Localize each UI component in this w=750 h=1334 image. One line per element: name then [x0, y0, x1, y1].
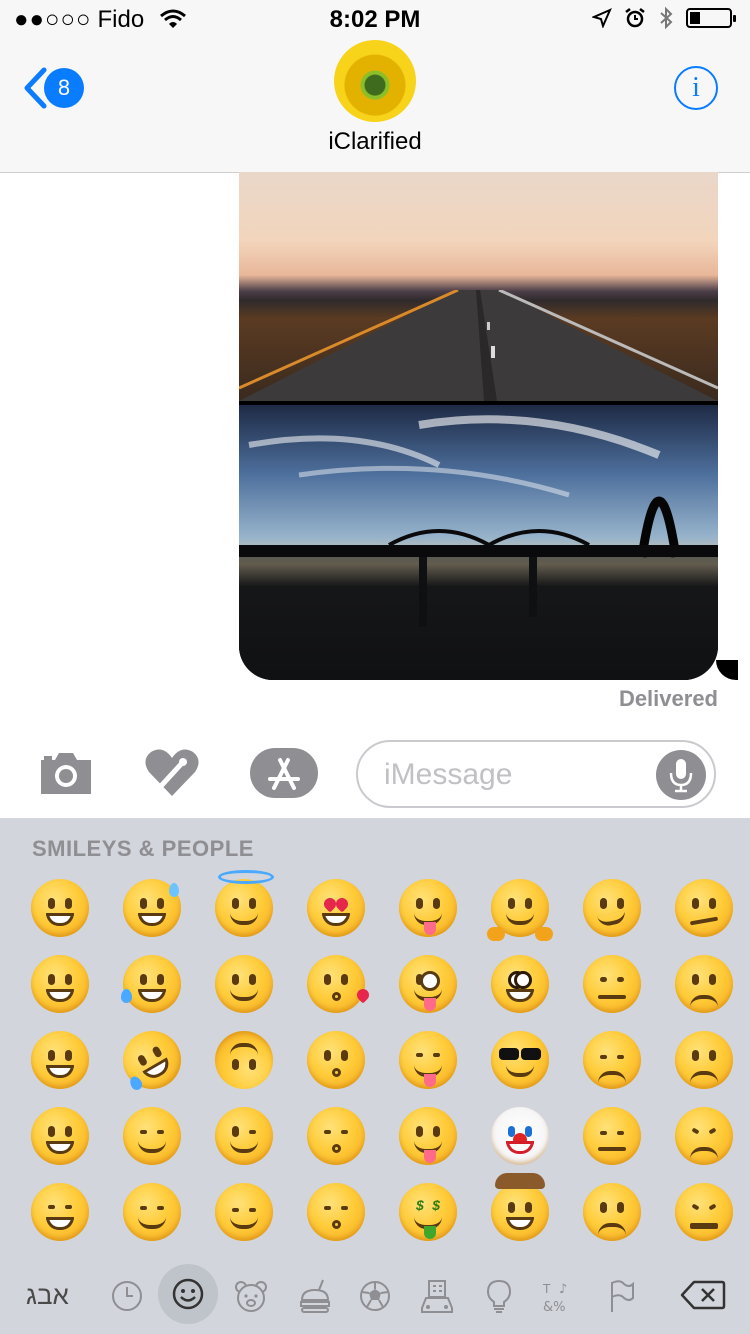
battery-icon: [686, 8, 736, 28]
emoji-sweat-smile[interactable]: [106, 870, 198, 946]
food-icon: [300, 1279, 330, 1313]
emoji-cowboy[interactable]: [474, 1173, 566, 1250]
emoji-sunglasses[interactable]: [474, 1022, 566, 1098]
emoji-frowning[interactable]: [658, 1022, 750, 1098]
photo-road-sunset[interactable]: [239, 172, 718, 401]
emoji-wink[interactable]: [198, 1098, 290, 1174]
emoji-relaxed[interactable]: [106, 1098, 198, 1174]
camera-icon: [41, 753, 91, 794]
camera-button[interactable]: [37, 748, 95, 798]
backspace-icon: [680, 1280, 726, 1310]
emoji-stuck-out-tongue[interactable]: [382, 1098, 474, 1174]
emoji-kissing-smiling-eyes[interactable]: [290, 1098, 382, 1174]
flags-category-button[interactable]: [598, 1274, 644, 1318]
svg-text:T: T: [542, 1282, 551, 1296]
emoji-confused[interactable]: [658, 870, 750, 946]
delivery-status: Delivered: [618, 686, 718, 711]
bluetooth-icon: [660, 6, 673, 30]
emoji-grinning[interactable]: [14, 870, 106, 946]
status-bar: ●●○○○ Fido 8:02 PM: [0, 0, 750, 40]
bulb-icon: [486, 1279, 512, 1313]
emoji-grid: [14, 870, 750, 1250]
contact-avatar[interactable]: [334, 40, 416, 122]
heart-touch-icon: [145, 749, 199, 796]
emoji-stuck-out-tongue-winking[interactable]: [382, 946, 474, 1022]
symbols-icon: T ♪ &%: [542, 1282, 567, 1314]
emoji-heart-eyes[interactable]: [290, 870, 382, 946]
emoji-stuck-out-tongue-closed-eyes[interactable]: [382, 1022, 474, 1098]
bear-icon: [235, 1281, 267, 1312]
emoji-smirk[interactable]: [566, 870, 658, 946]
emoji-confounded[interactable]: [658, 1174, 750, 1250]
alarm-icon: [625, 8, 645, 28]
message-input-field[interactable]: [356, 740, 716, 808]
objects-category-button[interactable]: [476, 1274, 522, 1318]
info-button[interactable]: i: [674, 66, 718, 110]
message-text-input[interactable]: [382, 754, 646, 796]
emoji-joy[interactable]: [106, 946, 198, 1022]
emoji-persevere[interactable]: [658, 1098, 750, 1174]
smileys-category-button[interactable]: [158, 1264, 218, 1324]
ball-icon: [360, 1281, 390, 1311]
emoji-relieved[interactable]: [198, 1174, 290, 1250]
symbols-category-button[interactable]: T ♪ &%: [536, 1274, 582, 1318]
emoji-kissing-heart[interactable]: [290, 946, 382, 1022]
emoji-nerd[interactable]: [474, 946, 566, 1022]
emoji-blush[interactable]: [106, 1174, 198, 1250]
status-icons: [592, 6, 736, 30]
emoji-disappointed[interactable]: [566, 1022, 658, 1098]
emoji-category-bar: אבג T ♪ &%: [0, 1252, 750, 1334]
emoji-upside-down[interactable]: [198, 1022, 290, 1098]
emoji-money-mouth[interactable]: [382, 1174, 474, 1250]
recent-category-button[interactable]: [104, 1274, 150, 1318]
navigation-bar: 8 iClarified i: [0, 40, 750, 173]
smiley-icon: [172, 1278, 204, 1310]
delete-button[interactable]: [680, 1280, 726, 1310]
emoji-smile[interactable]: [14, 1022, 106, 1098]
activity-category-button[interactable]: [352, 1274, 398, 1318]
emoji-worried[interactable]: [566, 1174, 658, 1250]
digital-touch-button[interactable]: [143, 748, 201, 798]
road-graphic: [239, 290, 718, 401]
emoji-category-title: SMILEYS & PEOPLE: [32, 836, 254, 861]
animals-category-button[interactable]: [228, 1274, 274, 1318]
flag-icon: [611, 1280, 634, 1312]
travel-category-button[interactable]: [414, 1274, 460, 1318]
emoji-hugging[interactable]: [474, 870, 566, 946]
bubble-tail: [716, 660, 738, 680]
bridge-graphic: [239, 415, 718, 680]
app-store-button[interactable]: [250, 748, 318, 798]
building-icon: [421, 1280, 453, 1313]
emoji-kissing[interactable]: [290, 1022, 382, 1098]
emoji-unamused[interactable]: [566, 946, 658, 1022]
photo-bridge-arch[interactable]: [239, 405, 718, 680]
microphone-icon: [669, 759, 693, 793]
app-store-icon: [250, 748, 318, 798]
svg-text:♪: ♪: [559, 1282, 567, 1297]
emoji-pensive[interactable]: [566, 1098, 658, 1174]
emoji-laughing[interactable]: [14, 1174, 106, 1250]
contact-name[interactable]: iClarified: [0, 128, 750, 156]
emoji-slight-frown[interactable]: [658, 946, 750, 1022]
svg-text:&%: &%: [543, 1300, 566, 1314]
compose-toolbar: [0, 740, 750, 812]
emoji-smiley[interactable]: [14, 946, 106, 1022]
battery-fill: [690, 12, 700, 24]
emoji-grin[interactable]: [14, 1098, 106, 1174]
message-bubble[interactable]: [239, 172, 718, 680]
unread-count-badge: 8: [44, 68, 84, 108]
dictation-button[interactable]: [656, 750, 706, 800]
emoji-halo[interactable]: [198, 870, 290, 946]
food-category-button[interactable]: [292, 1274, 338, 1318]
emoji-yum[interactable]: [382, 870, 474, 946]
emoji-keyboard: SMILEYS & PEOPLE $ $ אבג T ♪ &%: [0, 818, 750, 1334]
back-button[interactable]: 8: [22, 66, 84, 110]
language-switch-key[interactable]: אבג: [26, 1280, 69, 1311]
emoji-slight-smile[interactable]: [198, 946, 290, 1022]
emoji-rofl[interactable]: [106, 1020, 198, 1100]
emoji-clown[interactable]: [474, 1098, 566, 1174]
emoji-kissing-closed-eyes[interactable]: [290, 1174, 382, 1250]
clock-icon: [112, 1281, 142, 1311]
location-icon: [592, 8, 612, 28]
